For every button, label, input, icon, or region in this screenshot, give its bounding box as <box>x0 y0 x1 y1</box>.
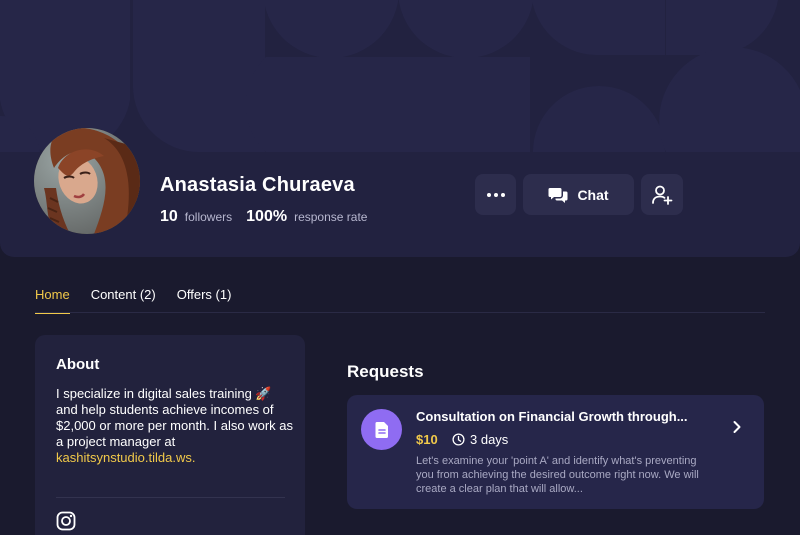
request-duration: 3 days <box>452 432 508 447</box>
document-icon <box>375 421 388 438</box>
follow-button[interactable] <box>641 174 683 215</box>
tabs-divider <box>35 312 765 313</box>
request-card[interactable]: Consultation on Financial Growth through… <box>347 395 764 509</box>
chat-button-label: Chat <box>577 186 609 203</box>
followers-count: 10 <box>160 208 178 225</box>
tab-content[interactable]: Content (2) <box>91 287 156 312</box>
avatar-image <box>34 128 140 234</box>
tab-home[interactable]: Home <box>35 287 70 314</box>
followers-label: followers <box>184 210 233 224</box>
about-title: About <box>56 356 100 373</box>
profile-stats: 10 followers 100% response rate <box>160 208 381 226</box>
instagram-link[interactable] <box>56 511 76 535</box>
tab-offers[interactable]: Offers (1) <box>177 287 232 312</box>
response-rate: 100% <box>246 208 288 225</box>
profile-header: Anastasia Churaeva 10 followers 100% res… <box>0 0 800 257</box>
profile-tabs: Home Content (2) Offers (1) <box>35 287 252 314</box>
about-text: I specialize in digital sales training 🚀… <box>56 386 296 466</box>
response-rate-label: response rate <box>294 210 368 224</box>
more-dots-icon <box>486 192 505 197</box>
instagram-icon <box>56 511 76 531</box>
more-options-button[interactable] <box>475 174 516 215</box>
chat-button[interactable]: Chat <box>523 174 634 215</box>
request-description: Let's examine your 'point A' and identif… <box>416 455 699 495</box>
request-icon-badge <box>361 409 402 450</box>
website-link[interactable]: kashitsynstudio.tilda.ws. <box>56 450 195 465</box>
requests-title: Requests <box>347 362 424 381</box>
add-user-icon <box>652 185 673 205</box>
avatar <box>34 128 140 234</box>
request-name: Consultation on Financial Growth through… <box>416 409 688 424</box>
request-price: $10 <box>416 432 438 447</box>
about-description: I specialize in digital sales training 🚀… <box>56 386 294 449</box>
chevron-right-icon <box>732 420 742 439</box>
clock-icon <box>452 433 465 446</box>
about-card: About I specialize in digital sales trai… <box>35 335 305 535</box>
request-duration-text: 3 days <box>470 432 509 447</box>
chat-bubbles-icon <box>548 187 568 203</box>
about-divider <box>56 497 285 498</box>
profile-name: Anastasia Churaeva <box>160 174 355 196</box>
